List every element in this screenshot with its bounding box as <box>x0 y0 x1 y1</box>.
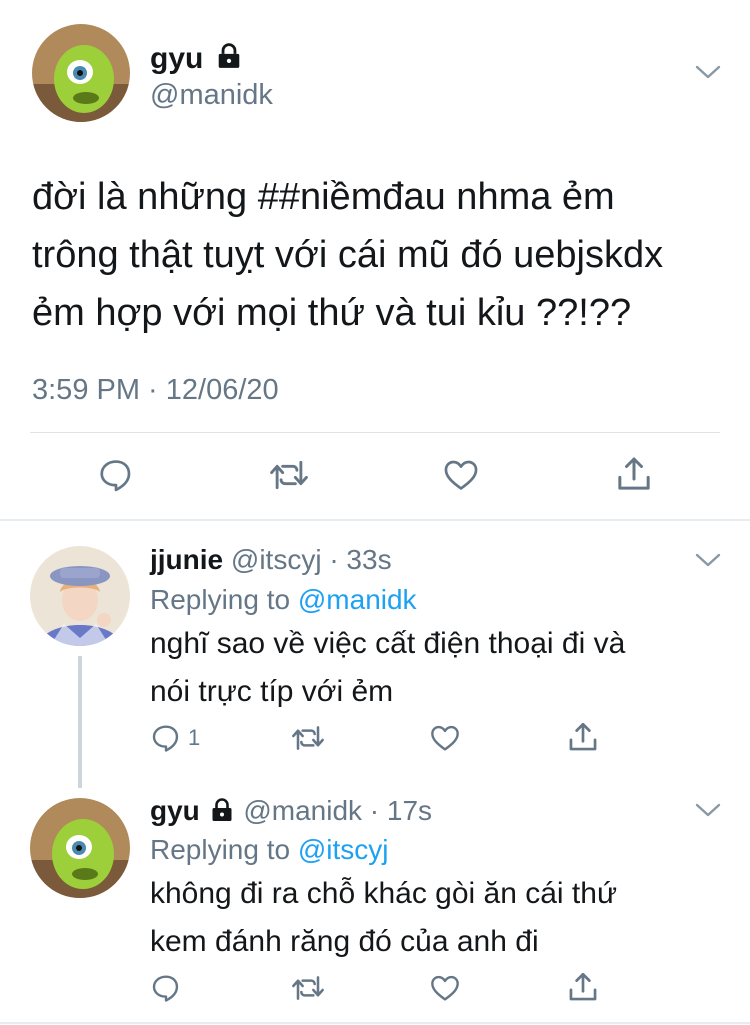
handle[interactable]: @manidk <box>150 78 273 112</box>
tweet-text: không đi ra chỗ khác gòi ăn cái thứ kem … <box>150 870 617 966</box>
replying-to: Replying to @manidk <box>150 582 417 618</box>
tweet-text-line: nghĩ sao về việc cất điện thoại đi và <box>150 627 626 660</box>
tweet-text-line: ẻm hợp với mọi thứ và tui kỉu ??!?? <box>32 292 632 334</box>
mention-link[interactable]: @itscyj <box>298 834 389 865</box>
chevron-down-icon[interactable] <box>694 800 722 825</box>
lock-icon <box>216 41 242 79</box>
replying-prefix: Replying to <box>150 834 291 865</box>
lock-icon <box>210 794 234 832</box>
like-button[interactable] <box>428 972 462 1004</box>
display-name[interactable]: gyu <box>150 795 200 826</box>
avatar[interactable] <box>30 546 130 646</box>
share-icon <box>569 972 597 1001</box>
share-icon <box>618 457 650 490</box>
tweet-text-line: nói trực típ với ẻm <box>150 675 394 708</box>
bottom-divider <box>0 1022 750 1024</box>
chevron-down-icon[interactable] <box>694 550 722 575</box>
like-button[interactable] <box>428 722 462 754</box>
tweet-text-line: kem đánh răng đó của anh đi <box>150 925 539 958</box>
share-button[interactable] <box>566 970 600 1004</box>
chevron-down-icon[interactable] <box>694 62 722 87</box>
handle-time[interactable]: @itscyj · 33s <box>231 544 392 575</box>
tweet-text: đời là những ##niềmđau nhma ẻm trông thậ… <box>32 168 663 342</box>
reply-count: 1 <box>188 725 201 750</box>
retweet-icon <box>292 976 324 1000</box>
reply-icon <box>152 725 179 752</box>
retweet-icon <box>292 726 324 750</box>
reply-icon <box>152 975 179 1002</box>
replying-prefix: Replying to <box>150 584 291 615</box>
like-button[interactable] <box>441 456 481 494</box>
tweet-text-line: trông thật tuỵt với cái mũ đó uebjskdx <box>32 234 664 276</box>
reply-button[interactable] <box>150 972 182 1004</box>
reply-button[interactable] <box>97 456 135 494</box>
thread-line <box>78 656 82 788</box>
reply-button[interactable]: 1 <box>150 722 200 754</box>
reply-icon <box>100 460 131 492</box>
handle-time[interactable]: @manidk · 17s <box>243 795 432 826</box>
tweet-text-line: đời là những ##niềmđau nhma ẻm <box>32 176 615 218</box>
divider <box>30 432 720 433</box>
timestamp[interactable]: 3:59 PM · 12/06/20 <box>32 372 279 408</box>
share-button[interactable] <box>566 720 600 754</box>
display-name[interactable]: jjunie <box>150 544 223 575</box>
display-name[interactable]: gyu <box>150 42 203 75</box>
retweet-button[interactable] <box>290 972 326 1004</box>
share-icon <box>569 722 597 751</box>
tweet-text: nghĩ sao về việc cất điện thoại đi và nó… <box>150 620 625 716</box>
like-icon <box>431 725 459 751</box>
avatar-image <box>30 798 130 898</box>
like-icon <box>444 460 478 490</box>
avatar[interactable] <box>32 24 130 122</box>
tweet-text-line: không đi ra chỗ khác gòi ăn cái thứ <box>150 877 618 910</box>
retweet-button[interactable] <box>290 722 326 754</box>
share-button[interactable] <box>614 454 654 494</box>
like-icon <box>431 975 459 1001</box>
retweet-button[interactable] <box>268 456 310 494</box>
avatar-image <box>32 24 130 122</box>
section-divider <box>0 519 750 521</box>
avatar-image <box>30 546 130 646</box>
mention-link[interactable]: @manidk <box>298 584 417 615</box>
avatar[interactable] <box>30 798 130 898</box>
replying-to: Replying to @itscyj <box>150 832 389 868</box>
retweet-icon <box>270 460 308 490</box>
